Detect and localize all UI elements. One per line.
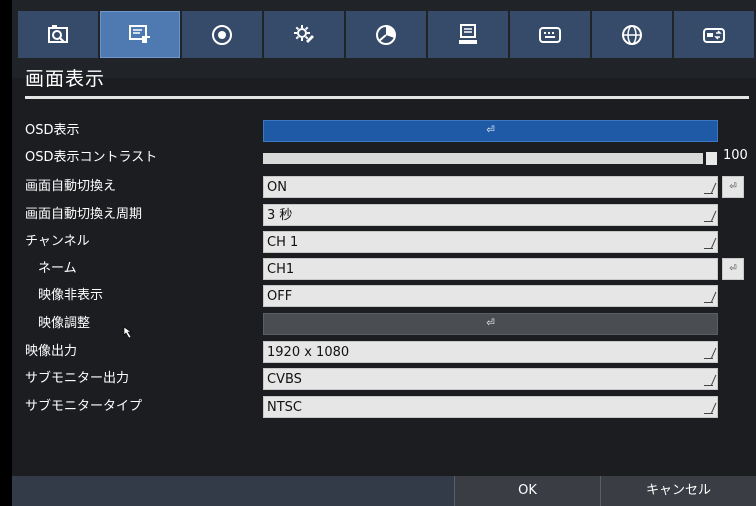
video-output-select[interactable]: 1920 x 1080 [263,341,718,363]
video-hide-value: OFF [267,289,293,304]
name-value: CH1 [267,262,295,277]
osd-contrast-value: 100 [723,148,748,163]
tab-bar [12,0,756,78]
ok-button[interactable]: OK [454,476,600,506]
display-settings-icon [129,24,150,43]
auto-switch-detail-button[interactable]: ⏎ [722,176,744,198]
sub-monitor-type-value: NTSC [267,400,302,415]
tab-camera-search[interactable] [18,11,98,58]
dropdown-icon [704,347,713,359]
tab-keyboard[interactable] [510,11,590,58]
settings-window: 画面表示 OSD表示 ⏎ OSD表示コントラスト 100 画面自動切換え ON … [12,0,756,506]
gear-icon [294,24,314,43]
storage-device-icon [703,27,725,43]
auto-switch-value: ON [267,180,287,195]
dropdown-icon [704,291,713,303]
dropdown-icon [704,237,713,249]
sub-monitor-output-value: CVBS [267,372,302,387]
channel-select[interactable]: CH 1 [263,231,718,253]
channel-value: CH 1 [267,235,299,250]
auto-switch-period-value: 3 秒 [267,208,293,223]
osd-contrast-slider-handle[interactable] [703,152,717,165]
osd-display-button[interactable]: ⏎ [263,120,718,142]
video-adjust-label: 映像調整 [38,316,91,331]
video-hide-select[interactable]: OFF [263,285,718,307]
enter-icon: ⏎ [729,182,737,192]
sub-monitor-output-label: サブモニター出力 [25,371,130,386]
auto-switch-select[interactable]: ON [263,176,718,198]
tab-storage[interactable] [674,11,754,58]
auto-switch-period-select[interactable]: 3 秒 [263,204,718,226]
network-computer-icon [459,23,477,44]
tab-globe[interactable] [592,11,672,58]
mouse-cursor-icon [123,326,132,339]
sub-monitor-output-select[interactable]: CVBS [263,368,718,390]
enter-icon: ⏎ [486,318,495,329]
keyboard-icon [539,26,561,43]
osd-contrast-fill [263,153,703,164]
tab-display-settings[interactable] [100,11,180,58]
dropdown-icon [704,210,713,222]
enter-icon: ⏎ [486,125,495,136]
schedule-chart-icon [376,24,396,45]
title-divider [25,96,749,99]
channel-label: チャンネル [25,234,90,249]
record-icon [212,24,232,45]
video-hide-label: 映像非表示 [38,288,104,303]
tab-network[interactable] [428,11,508,58]
dropdown-icon [704,374,713,386]
video-adjust-button[interactable]: ⏎ [263,313,718,335]
video-output-value: 1920 x 1080 [267,345,350,360]
camera-search-icon [48,24,68,43]
dropdown-icon [704,402,713,414]
tab-system-settings[interactable] [264,11,344,58]
osd-contrast-label: OSD表示コントラスト [25,150,158,165]
tab-schedule[interactable] [346,11,426,58]
video-output-label: 映像出力 [25,344,78,359]
globe-icon [622,24,642,45]
auto-switch-period-label: 画面自動切換え周期 [25,207,143,222]
osd-label: OSD表示 [25,123,80,138]
sub-monitor-type-select[interactable]: NTSC [263,396,718,418]
tab-record[interactable] [182,11,262,58]
auto-switch-label: 画面自動切換え [25,179,117,194]
name-label: ネーム [38,261,77,276]
cancel-button[interactable]: キャンセル [600,476,756,506]
osd-contrast-slider[interactable] [263,153,703,164]
dropdown-icon [704,182,713,194]
name-input[interactable]: CH1 [263,258,718,280]
page-title: 画面表示 [25,68,106,90]
sub-monitor-type-label: サブモニタータイプ [25,399,143,414]
enter-icon: ⏎ [729,264,737,274]
name-edit-button[interactable]: ⏎ [722,258,744,280]
